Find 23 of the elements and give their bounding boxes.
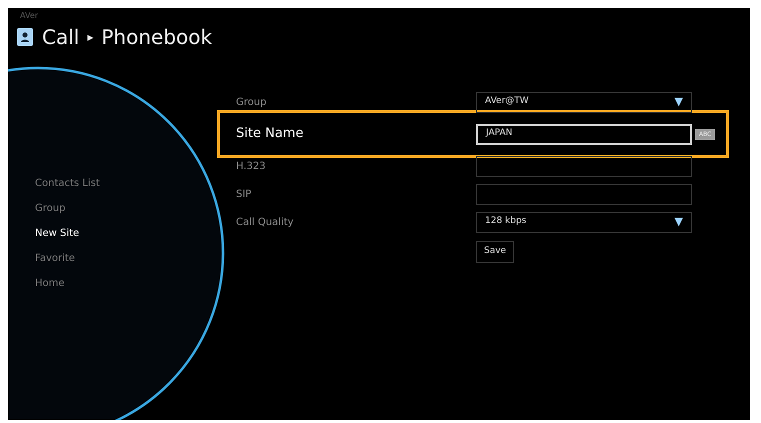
sidebar-item[interactable]: Contacts List xyxy=(35,176,100,201)
dropdown-field[interactable]: 128 kbps ▼ xyxy=(476,212,692,232)
field-label: Site Name xyxy=(236,125,304,144)
phonebook-icon xyxy=(16,27,34,47)
save-button[interactable]: Save xyxy=(476,241,514,262)
breadcrumb-separator: ▸ xyxy=(87,29,94,46)
page-subtitle: Phonebook xyxy=(101,24,212,51)
dropdown-arrow-icon: ▼ xyxy=(674,214,683,230)
input-field[interactable]: JAPAN xyxy=(476,124,692,144)
input-field[interactable] xyxy=(476,156,692,176)
dropdown-field[interactable]: AVer@TW ▼ xyxy=(476,92,692,112)
sidebar-item[interactable]: Home xyxy=(35,276,100,301)
field-label: H.323 xyxy=(236,160,267,174)
brand-label: AVer xyxy=(20,10,38,22)
sidebar-item[interactable]: New Site xyxy=(35,226,100,251)
sidebar-item[interactable]: Favorite xyxy=(35,251,100,276)
field-label: Call Quality xyxy=(236,216,295,230)
field-label: SIP xyxy=(236,188,252,202)
dropdown-arrow-icon: ▼ xyxy=(674,94,683,110)
sidebar-item[interactable]: Group xyxy=(35,201,100,226)
page-title: Call xyxy=(42,24,80,51)
field-label: Group xyxy=(236,96,268,110)
input-field[interactable] xyxy=(476,184,692,204)
